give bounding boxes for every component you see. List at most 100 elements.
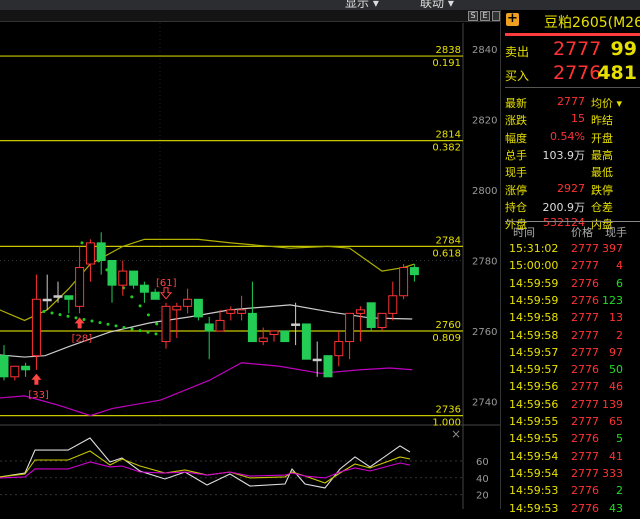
info-row: 最新 2777 均价 ▾ [501,95,640,112]
info-label-2: 均价 ▾ [591,97,623,110]
s-button[interactable]: S [468,11,478,21]
trade-row: 15:00:00 2777 4 [501,259,640,276]
trade-time: 15:00:00 [509,259,559,273]
sar-dot [122,325,126,329]
trade-price: 2777 [571,397,599,411]
info-row: 幅度 0.54% 开盘 [501,130,640,147]
price-tick: 2780 [472,257,497,268]
divider [505,221,640,222]
candle-body [150,291,160,300]
trade-time: 14:59:59 [509,293,559,307]
trade-price: 2777 [571,242,599,255]
trade-time: 14:59:53 [509,501,559,515]
trade-price: 2776 [571,501,599,515]
candle-body [291,323,301,326]
info-value: 2927 [557,181,585,195]
chart-subbar: S E [0,10,500,22]
close-indicator-icon[interactable]: × [451,427,461,441]
candle-body [129,270,139,286]
symbol-title: 豆粕2605(M2605) [544,15,640,31]
price-bar [505,33,640,36]
fib-price: 2838 [436,45,461,56]
candle-body [269,330,279,336]
price-header: 价格 [571,226,593,239]
trade-row: 14:59:58 2777 2 [501,329,640,346]
sar-dot [155,322,159,326]
e-button[interactable]: E [480,11,490,21]
info-label-2: 最高 [591,148,613,162]
indicator-tick: 60 [476,457,489,468]
sar-dot [154,332,158,336]
info-label-2: 昨结 [591,114,613,128]
trade-qty: 50 [609,363,623,377]
candle-body [280,330,290,343]
fib-price: 2814 [436,130,461,141]
display-menu[interactable]: 显示 ▾ [345,0,379,10]
trade-time: 15:31:02 [509,242,559,255]
trade-price: 2776 [571,363,599,377]
panel-toggle-button[interactable] [492,11,500,21]
sar-dot [42,309,46,313]
info-label: 最新 [505,97,527,110]
candle-body [31,298,41,357]
kline-chart[interactable]: 2840 2820 2800 2780 2760 2740 2838 0.191 2814 0.3… [0,23,500,509]
candle-body [323,355,333,378]
buy-price: 2776 [553,62,602,84]
candle-body [96,242,106,261]
info-label: 涨跌 [505,114,527,128]
trade-time: 14:59:58 [509,311,559,325]
trade-row: 14:59:59 2776 123 [501,294,640,311]
candle-body [21,365,31,371]
trade-time: 14:59:56 [509,380,559,394]
trade-time: 14:59:53 [509,484,559,498]
trade-row: 14:59:56 2777 46 [501,380,640,397]
indicator-tick: 40 [476,474,489,485]
price-tick: 2840 [472,45,497,56]
candle-body [345,312,355,343]
trade-row: 14:59:53 2776 2 [501,484,640,501]
quote-panel: + 豆粕2605(M2605) 卖出 2777 99 买入 2776 481 最… [500,10,640,515]
trade-qty: 97 [609,345,623,359]
signal-label: [28] [72,333,93,344]
sar-dot [66,314,70,318]
trade-qty: 139 [602,397,623,411]
trade-price: 2777 [571,311,599,325]
boll-lower-line [0,362,413,417]
candle-body [366,302,376,328]
info-label: 幅度 [505,131,527,145]
sell-row: 卖出 2777 99 [501,38,640,62]
trade-qty: 4 [616,259,623,273]
trade-price: 2777 [571,328,599,342]
indicator-tick: 20 [476,491,489,502]
add-icon[interactable]: + [506,12,519,26]
info-row: 涨停 2927 跌停 [501,182,640,199]
candle-body [193,298,203,318]
link-menu[interactable]: 联动 ▾ [420,0,454,10]
trade-price: 2777 [571,380,599,394]
trade-qty: 43 [609,501,623,515]
info-value: 2777 [557,95,585,108]
candle-body [139,284,149,293]
trade-qty: 65 [609,415,623,428]
trade-row: 14:59:54 2777 41 [501,450,640,467]
info-row: 总手 103.9万 最高 [501,147,640,164]
trade-qty: 123 [602,293,623,307]
trade-price: 2776 [571,293,599,307]
sar-dot [114,324,118,328]
trade-row: 14:59:57 2776 50 [501,363,640,380]
trade-row: 14:59:56 2777 139 [501,398,640,415]
trade-price: 2777 [571,415,599,428]
time-header: 时间 [513,226,535,239]
sell-label: 卖出 [505,45,530,59]
trade-qty: 41 [609,449,623,463]
fib-price: 2760 [436,320,461,331]
candle-body [75,267,85,307]
trade-time: 14:59:55 [509,432,559,446]
info-label: 总手 [505,148,527,162]
trade-price: 2777 [571,259,599,273]
sar-dot [82,317,86,321]
candle-body [258,337,268,343]
buy-volume: 481 [597,62,637,84]
sar-dot [50,311,54,315]
trade-price: 2777 [571,466,599,480]
